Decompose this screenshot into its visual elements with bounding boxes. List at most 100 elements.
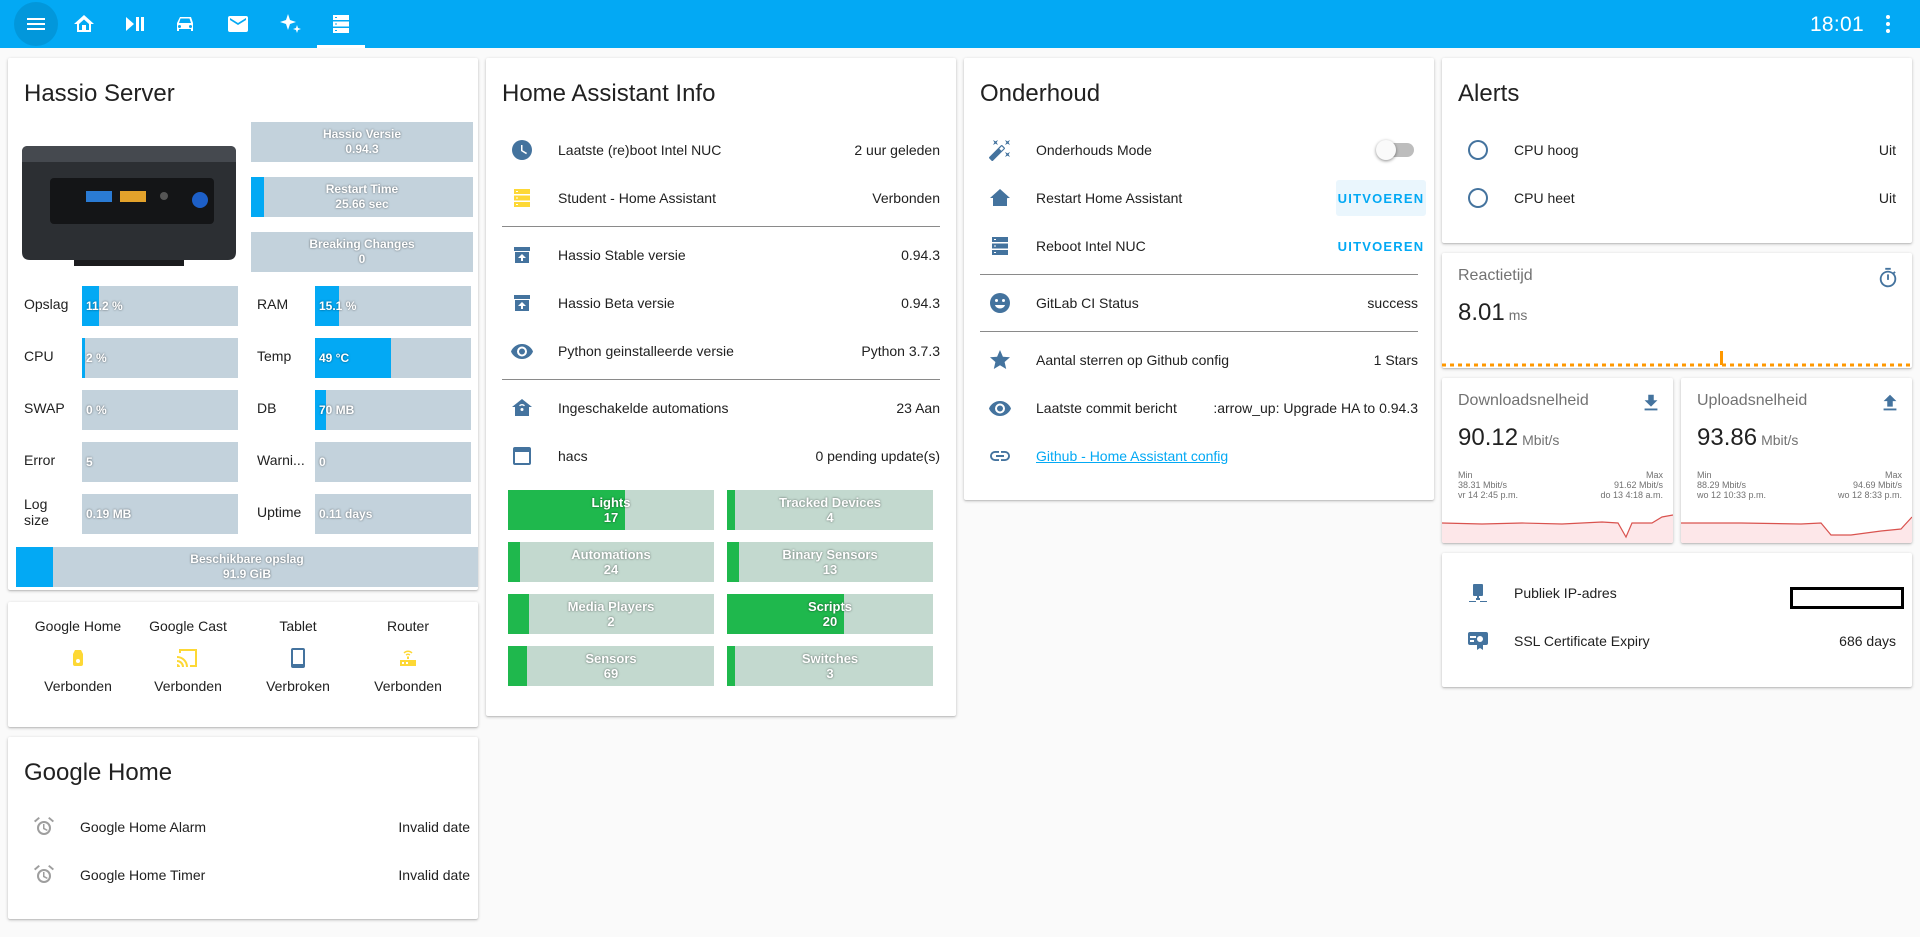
device-tablet[interactable]: Tablet Verbroken [243,618,353,698]
device-state: Verbonden [44,678,112,694]
row-name: SSL Certificate Expiry [1514,633,1650,649]
restart-time-label: Restart Time [325,182,399,196]
stat-bar-opslag: 11.2 % [82,286,238,326]
tab-server-icon[interactable] [319,2,363,46]
tab-mail-icon[interactable] [216,2,260,46]
count-bar-scripts[interactable]: Scripts 20 [727,594,933,634]
google-home-timer-row[interactable]: Google Home Timer Invalid date [24,851,470,899]
onderhoud-card: Onderhoud Onderhouds Mode Restart Home A… [964,58,1434,500]
github-config-link[interactable]: Github - Home Assistant config [1036,448,1418,464]
tab-home-icon[interactable] [62,2,106,46]
stat-bar-swap: 0 % [82,390,238,430]
stat-fill-cpu [82,338,86,378]
stat-label-cpu: CPU [24,348,54,364]
maintenance-mode-toggle[interactable] [1376,140,1414,160]
row-value: 2 uur geleden [854,142,940,158]
divider [980,331,1418,332]
row-name: Google Home Alarm [80,819,207,835]
package-up-icon [502,283,542,323]
row-value: success [1367,295,1418,311]
info-row-automations[interactable]: Ingeschakelde automations 23 Aan [502,384,940,432]
count-bar-sensors[interactable]: Sensors 69 [508,646,714,686]
row-value: :arrow_up: Upgrade HA to 0.94.3 [1213,400,1418,416]
count-bar-automations[interactable]: Automations 24 [508,542,714,582]
last-commit-row[interactable]: Laatste commit bericht :arrow_up: Upgrad… [980,384,1418,432]
alert-cpu-heet-row[interactable]: CPU heet Uit [1458,174,1896,222]
min-time: vr 14 2:45 p.m. [1458,490,1519,500]
upload-sparkline [1681,516,1912,543]
gitlab-status-row[interactable]: GitLab CI Status success [980,279,1418,327]
count-label: Switches [801,651,859,666]
device-google-home[interactable]: Google Home Verbonden [23,618,133,698]
stat-value-swap: 0 % [86,403,107,417]
sensor-name: Downloadsnelheid [1458,392,1589,409]
tab-play-pause-icon[interactable] [113,2,157,46]
count-bar-binary-sensors[interactable]: Binary Sensors 13 [727,542,933,582]
info-row-beta[interactable]: Hassio Beta versie 0.94.3 [502,279,940,327]
stat-bar-warnings: 0 [315,442,471,482]
row-value: Verbonden [872,190,940,206]
device-state: Verbonden [374,678,442,694]
eye-icon [980,388,1020,428]
info-row-hacs[interactable]: hacs 0 pending update(s) [502,432,940,480]
row-value: Invalid date [398,867,470,883]
device-router[interactable]: Router Verbonden [353,618,463,698]
count-bar-lights[interactable]: Lights 17 [508,490,714,530]
device-name: Router [386,618,430,634]
sensor-unit: ms [1508,307,1528,323]
count-bar-media-players[interactable]: Media Players 2 [508,594,714,634]
storage-bar: Beschikbare opslag 91.9 GiB [16,547,478,587]
storage-value: 91.9 GiB [222,567,272,581]
alert-circle-outline-icon [1458,130,1498,170]
tab-sparkle-icon[interactable] [268,2,312,46]
stat-bar-db: 70 MB [315,390,471,430]
github-stars-row[interactable]: Aantal sterren op Github config 1 Stars [980,336,1418,384]
maintenance-mode-row: Onderhouds Mode [980,126,1418,174]
device-name: Google Home [34,618,122,634]
sensor-value: 90.12 [1458,424,1519,451]
row-name: Laatste (re)boot Intel NUC [558,142,722,158]
max-value: 94.69 Mbit/s [1852,480,1902,490]
github-link-row[interactable]: Github - Home Assistant config [980,432,1418,480]
card-title: Alerts [1458,80,1520,107]
active-tab-indicator [317,45,365,48]
menu-icon[interactable] [14,2,58,46]
info-row-python[interactable]: Python geinstalleerde versie Python 3.7.… [502,327,940,375]
count-value: 24 [603,562,619,577]
row-name: Aantal sterren op Github config [1036,352,1230,368]
device-name: Tablet [279,618,317,634]
certificate-icon [1458,621,1498,661]
card-title: Onderhoud [980,80,1101,107]
card-title: Google Home [24,759,173,786]
device-state: Verbonden [154,678,222,694]
count-value: 17 [603,510,619,525]
reboot-nuc-button[interactable]: UITVOEREN [1336,228,1426,264]
hassio-version-bar: Hassio Versie 0.94.3 [251,122,473,162]
stat-value-db: 70 MB [319,403,355,417]
row-value: Uit [1878,142,1896,158]
device-google-cast[interactable]: Google Cast Verbonden [133,618,243,698]
top-app-bar: 18:01 [0,0,1920,48]
tab-car-icon[interactable] [164,2,208,46]
count-label: Tracked Devices [779,495,881,510]
restart-ha-button[interactable]: UITVOEREN [1336,180,1426,216]
count-bar-switches[interactable]: Switches 3 [727,646,933,686]
row-value: 23 Aan [896,400,940,416]
stat-bar-error: 5 [82,442,238,482]
sensor-value: 93.86 [1697,424,1758,451]
info-row-stable[interactable]: Hassio Stable versie 0.94.3 [502,231,940,279]
stat-value-error: 5 [86,455,93,469]
google-home-alarm-row[interactable]: Google Home Alarm Invalid date [24,803,470,851]
ssl-expiry-row[interactable]: SSL Certificate Expiry 686 days [1458,617,1896,665]
download-card[interactable]: Downloadsnelheid 90.12 Mbit/s Min 38.31 Mb… [1442,378,1673,543]
overflow-menu-icon[interactable] [1866,2,1910,46]
alerts-card: Alerts CPU hoog Uit CPU heet Uit [1442,58,1912,243]
count-bar-tracked-devices[interactable]: Tracked Devices 4 [727,490,933,530]
stat-label-temp: Temp [257,348,292,364]
upload-card[interactable]: Uploadsnelheid 93.86 Mbit/s Min 88.29 Mbit… [1681,378,1912,543]
info-row-student[interactable]: Student - Home Assistant Verbonden [502,174,940,222]
stat-value-log-size: 0.19 MB [86,507,132,521]
info-row-reboot[interactable]: Laatste (re)boot Intel NUC 2 uur geleden [502,126,940,174]
reactietijd-card[interactable]: Reactietijd 8.01 ms [1442,253,1912,368]
alert-cpu-hoog-row[interactable]: CPU hoog Uit [1458,126,1896,174]
